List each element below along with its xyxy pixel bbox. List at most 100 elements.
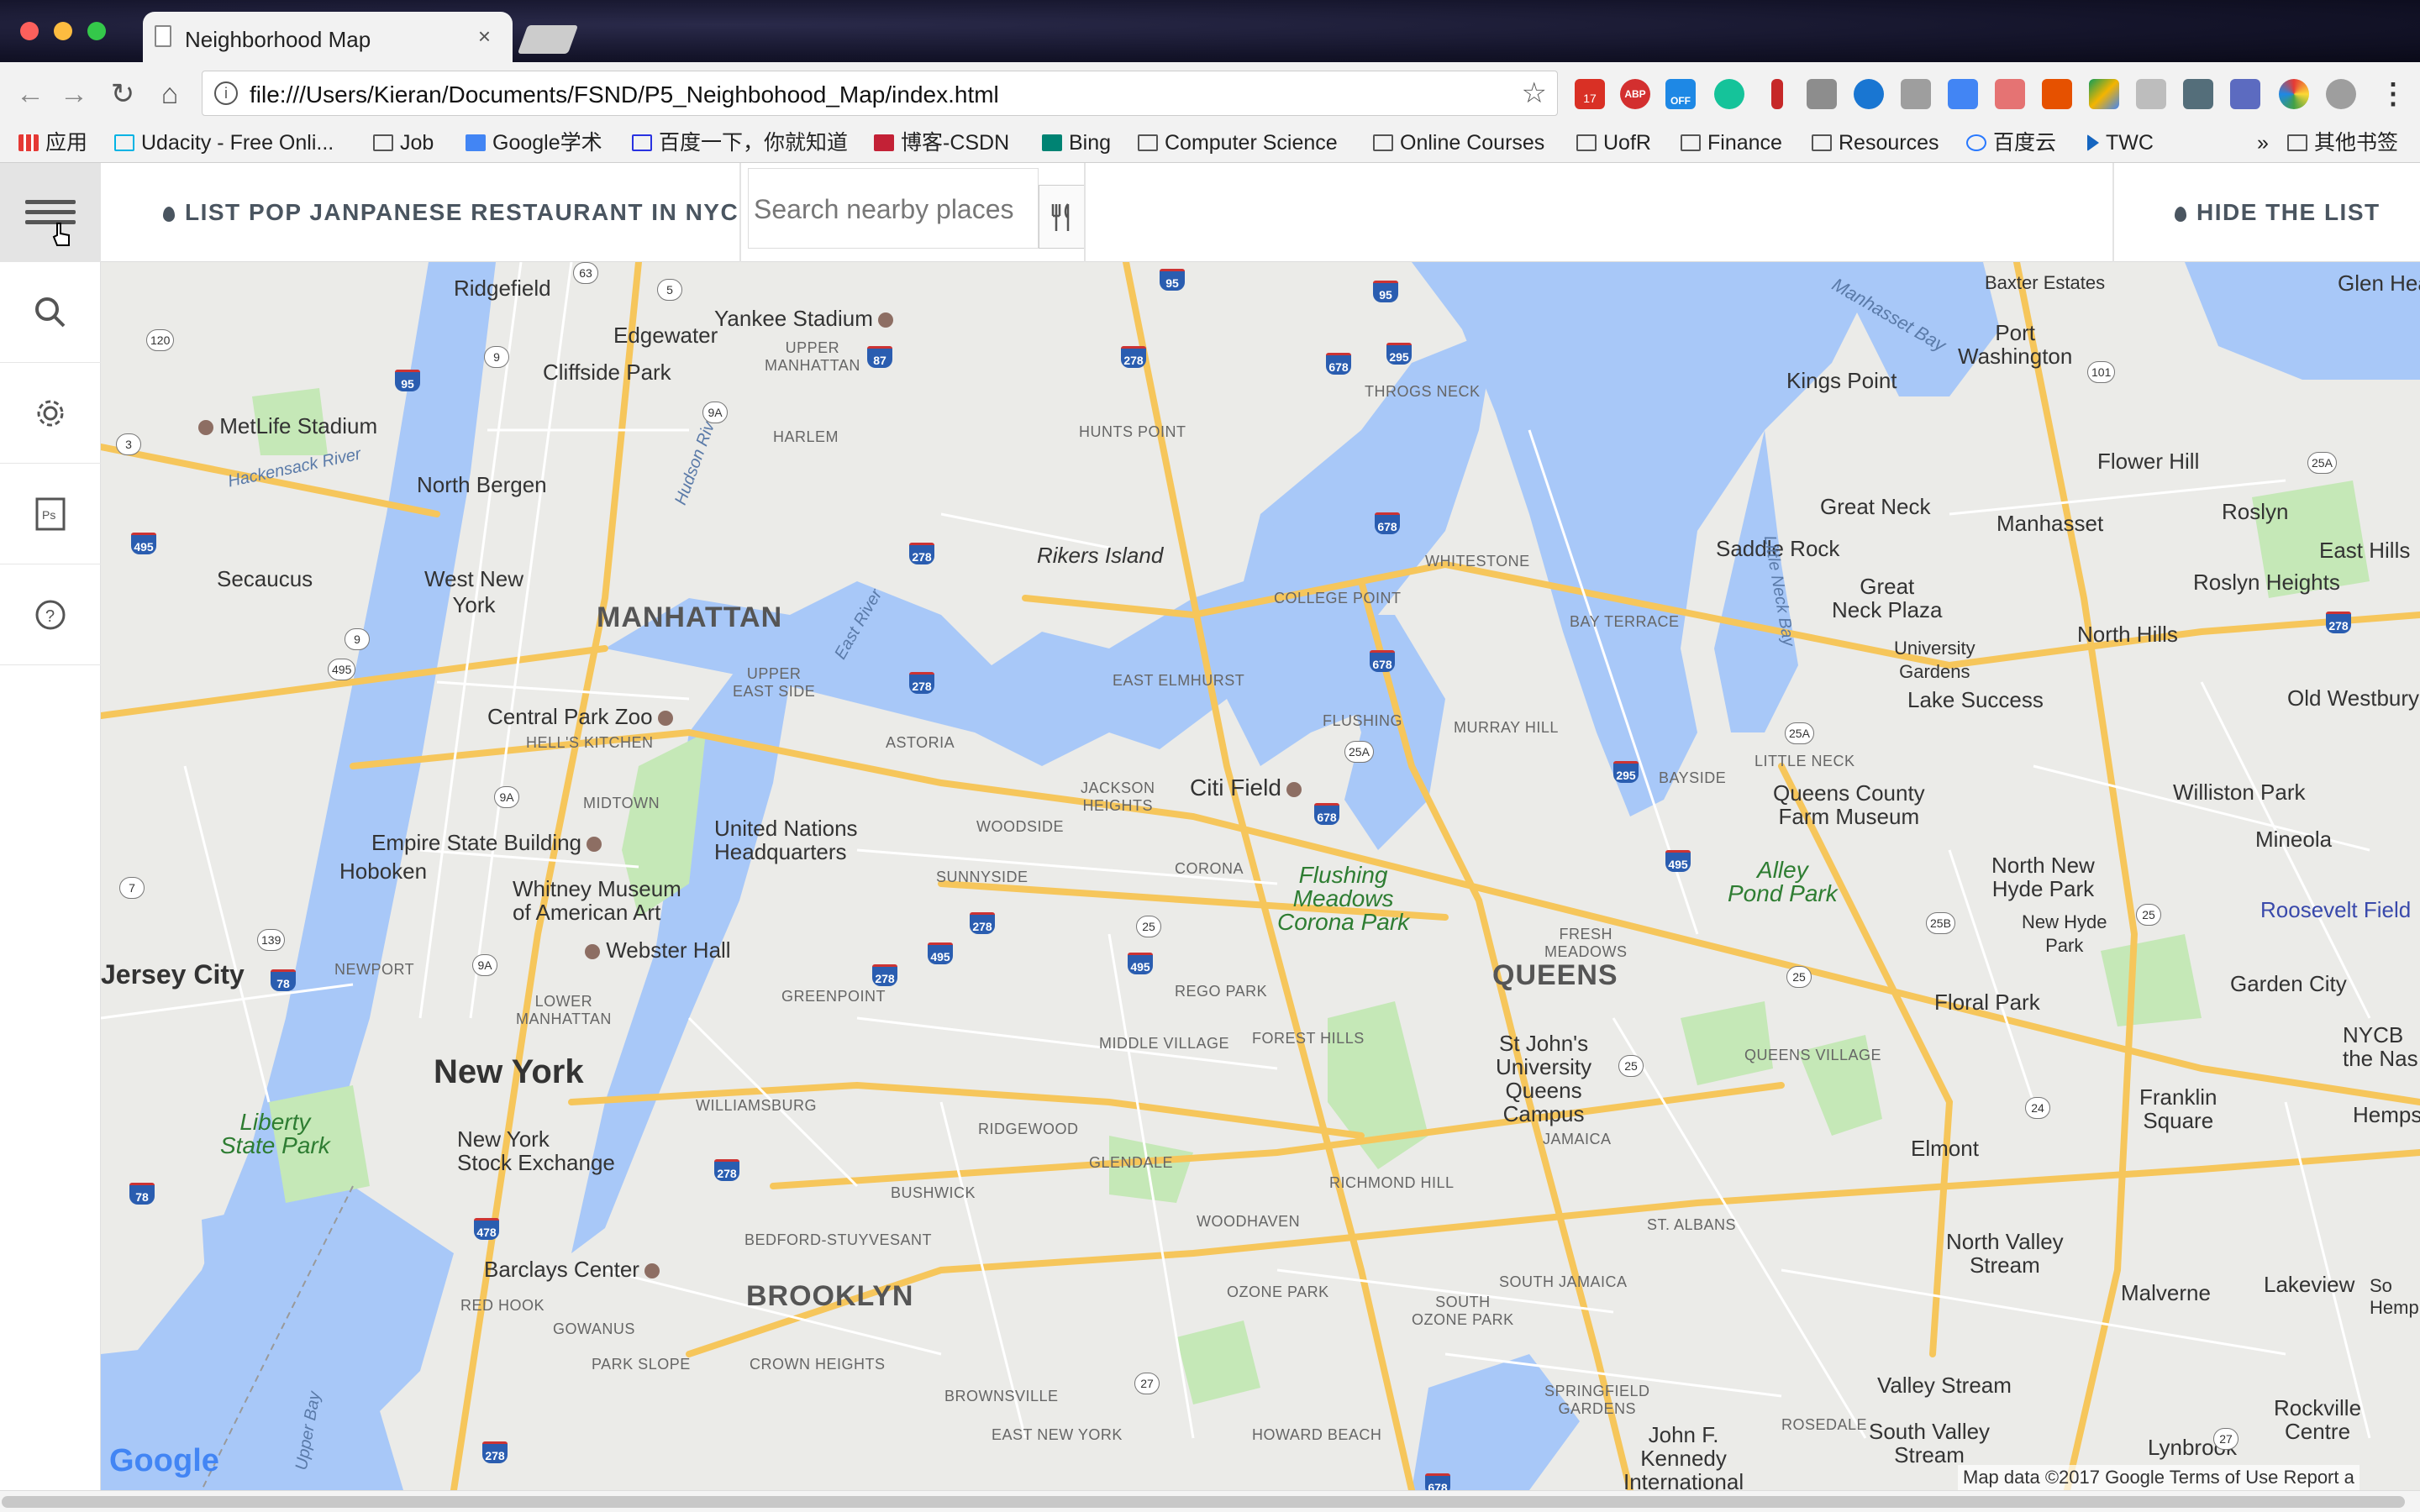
bookmark-baiduyun[interactable]: 百度云 [1966, 124, 2056, 161]
drive-extension-icon[interactable] [2089, 79, 2119, 109]
close-window-button[interactable] [20, 22, 39, 40]
bookmark-baidu[interactable]: 百度一下，你就知道 [632, 124, 848, 161]
route-shield: 9 [484, 346, 509, 368]
route-shield: 9A [472, 954, 497, 976]
apps-grid-icon [18, 134, 39, 151]
home-icon[interactable]: ⌂ [151, 76, 188, 113]
bookmark-resources[interactable]: Resources [1812, 124, 1939, 161]
divider [1084, 163, 1086, 262]
back-icon[interactable]: ← [12, 76, 49, 113]
map-label-red-hook: RED HOOK [460, 1297, 545, 1314]
reload-icon[interactable]: ↻ [104, 76, 141, 113]
bookmark-label: Udacity - Free Onli... [141, 131, 334, 155]
search-nearby-input[interactable]: Search nearby places [748, 168, 1039, 249]
off-extension-icon[interactable]: OFF [1665, 79, 1696, 109]
map-label-liberty-state-park: Liberty State Park [220, 1109, 330, 1158]
hamburger-menu-button[interactable] [0, 163, 101, 262]
bookmark-star-icon[interactable]: ☆ [1522, 76, 1547, 110]
stack-extension-icon[interactable] [1995, 79, 2025, 109]
minimize-window-button[interactable] [54, 22, 72, 40]
eye-extension-icon[interactable] [2326, 79, 2356, 109]
bookmark-bing[interactable]: Bing [1042, 124, 1111, 161]
bookmark-udacity[interactable]: Udacity - Free Onli... [114, 124, 334, 161]
map-label-hempstead: Hemps [2353, 1102, 2420, 1127]
bookmark-job[interactable]: Job [373, 124, 434, 161]
map-label-secaucus: Secaucus [217, 566, 313, 591]
menu-dots-icon[interactable]: ⋮ [2375, 76, 2412, 113]
map-label-port-washington: Port Washington [1958, 320, 2073, 369]
sidebar-item-ps[interactable]: Ps [0, 464, 101, 564]
map-label-ridgefield: Ridgefield [454, 276, 551, 301]
bookmark-other[interactable]: 其他书签 [2287, 124, 2398, 161]
label-text: MetLife Stadium [219, 413, 378, 438]
map-label-east-hills: East Hills [2319, 538, 2411, 563]
map-label-south-valley-stream: South Valley Stream [1869, 1419, 1991, 1467]
map-canvas[interactable]: MANHATTAN QUEENS BROOKLYN New York Jerse… [101, 262, 2420, 1490]
bookmark-finance[interactable]: Finance [1681, 124, 1782, 161]
horizontal-scrollbar[interactable] [0, 1490, 2420, 1512]
bookmark-label: Computer Science [1165, 131, 1338, 155]
address-bar[interactable]: i file:///Users/Kieran/Documents/FSND/P5… [202, 71, 1558, 116]
cat-extension-icon[interactable] [2136, 79, 2166, 109]
bookmark-google-scholar[interactable]: Google学术 [466, 124, 602, 161]
translate-extension-icon[interactable] [1948, 79, 1978, 109]
sidebar-item-help[interactable]: ? [0, 564, 101, 665]
map-label-bay-terrace: BAY TERRACE [1570, 613, 1680, 630]
map-label-malverne: Malverne [2121, 1280, 2211, 1305]
office-extension-icon[interactable] [2042, 79, 2072, 109]
sidebar-item-settings[interactable] [0, 363, 101, 464]
bookmark-csdn[interactable]: 博客-CSDN [874, 124, 1009, 161]
map-label-woodhaven: WOODHAVEN [1197, 1213, 1301, 1230]
diamond-extension-icon[interactable] [1854, 79, 1884, 109]
list-button-label: LIST POP JANPANESE RESTAURANT IN NYC [185, 199, 739, 225]
bookmark-computer-science[interactable]: Computer Science [1138, 124, 1338, 161]
bookmark-label: Google学术 [492, 131, 602, 155]
map-label-old-westbury: Old Westbury [2287, 685, 2420, 711]
map-label-midtown: MIDTOWN [583, 795, 660, 811]
map-label-ozone-park: OZONE PARK [1227, 1284, 1329, 1300]
route-shield: 5 [657, 279, 682, 301]
list-restaurants-button[interactable]: LIST POP JANPANESE RESTAURANT IN NYC [163, 163, 739, 262]
gear-icon [37, 400, 64, 427]
map-label-jfk: John F. Kennedy International [1623, 1422, 1744, 1490]
calendar-extension-icon[interactable]: 17 [1575, 79, 1605, 109]
forward-icon[interactable]: → [55, 76, 92, 113]
map-label-harlem: HARLEM [773, 428, 839, 445]
more-dots-extension-icon[interactable] [2183, 79, 2213, 109]
info-icon[interactable]: i [214, 81, 238, 105]
maximize-window-button[interactable] [87, 22, 106, 40]
bracket-extension-icon[interactable] [2230, 79, 2260, 109]
browser-tab[interactable]: Neighborhood Map × [143, 12, 513, 62]
interstate-shield: 495 [1128, 953, 1153, 974]
route-shield: 63 [573, 262, 598, 284]
scrollbar-thumb[interactable] [2, 1496, 2405, 1508]
bookmark-apps[interactable]: 应用 [18, 124, 87, 161]
sidebar-item-search[interactable] [0, 262, 101, 363]
tab-close-icon[interactable]: × [478, 24, 491, 50]
ps-icon: Ps [35, 497, 66, 531]
map-attribution[interactable]: Map data ©2017 Google Terms of Use Repor… [1958, 1465, 2360, 1490]
bookmark-label: Job [400, 131, 434, 155]
color-extension-icon[interactable] [2279, 79, 2309, 109]
bookmark-label: UofR [1603, 131, 1651, 155]
label-text: Webster Hall [606, 937, 731, 963]
pin-extension-icon[interactable] [1771, 79, 1783, 109]
map-label-queens: QUEENS [1492, 959, 1618, 991]
map-label-woodside: WOODSIDE [976, 818, 1065, 835]
notes-extension-icon[interactable] [1901, 79, 1931, 109]
bookmark-uofr[interactable]: UofR [1576, 124, 1651, 161]
bookmark-twc[interactable]: TWC [2087, 124, 2154, 161]
map-label-queens-county-farm: Queens County Farm Museum [1773, 780, 1925, 829]
new-tab-button[interactable] [517, 25, 579, 54]
hide-list-button[interactable]: HIDE THE LIST [2175, 163, 2381, 262]
bookmarks-overflow-icon[interactable]: » [2257, 124, 2269, 161]
shield-extension-icon[interactable] [1807, 79, 1837, 109]
map-label-south-hempstead: So Hemp [2370, 1275, 2419, 1318]
interstate-shield: 95 [1373, 281, 1398, 302]
adblock-extension-icon[interactable]: ABP [1620, 79, 1650, 109]
map-label-baxter-estates: Baxter Estates [1985, 272, 2106, 293]
map-label-newport: NEWPORT [334, 961, 415, 978]
bookmark-online-courses[interactable]: Online Courses [1373, 124, 1544, 161]
grammarly-extension-icon[interactable] [1714, 79, 1744, 109]
restaurant-filter-button[interactable] [1039, 185, 1086, 249]
